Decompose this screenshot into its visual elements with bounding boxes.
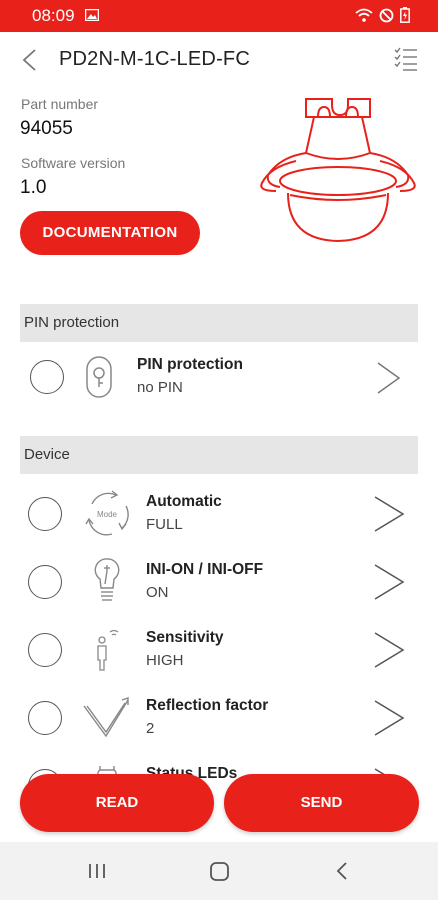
battery-icon (400, 7, 410, 23)
list-item-ini-on-off[interactable]: INI-ON / INI-OFF ON (20, 548, 418, 616)
documentation-button[interactable]: DOCUMENTATION (20, 211, 200, 255)
read-button[interactable]: READ (20, 774, 214, 832)
back-nav-icon[interactable] (333, 861, 351, 881)
lock-icon (86, 356, 112, 398)
mode-cycle-icon: Mode (85, 490, 129, 536)
status-time: 08:09 (32, 6, 75, 25)
list-item-sensitivity[interactable]: Sensitivity HIGH (20, 616, 418, 684)
list-item-reflection-factor[interactable]: Reflection factor 2 (20, 684, 418, 752)
row-value: HIGH (146, 652, 184, 669)
radio-pin-protection[interactable] (30, 360, 64, 394)
device-illustration (260, 98, 416, 243)
section-header-pin: PIN protection (20, 304, 418, 342)
chevron-right-icon[interactable] (372, 495, 406, 533)
row-title: Reflection factor (146, 697, 269, 714)
row-value: FULL (146, 516, 183, 533)
row-value: 2 (146, 720, 155, 737)
part-number-value: 94055 (20, 118, 73, 139)
row-value: ON (146, 584, 169, 601)
reflection-icon (83, 697, 129, 738)
recent-apps-icon[interactable] (87, 861, 107, 881)
software-version-label: Software version (21, 155, 126, 171)
chevron-right-icon[interactable] (375, 361, 403, 395)
software-version-value: 1.0 (20, 177, 47, 198)
row-title: INI-ON / INI-OFF (146, 561, 264, 578)
toolbar: PD2N-M-1C-LED-FC (0, 32, 438, 88)
home-icon[interactable] (209, 861, 230, 882)
checklist-icon[interactable] (394, 46, 418, 72)
row-title: Sensitivity (146, 629, 224, 646)
chevron-right-icon[interactable] (372, 563, 406, 601)
row-value: no PIN (137, 379, 183, 396)
part-number-label: Part number (21, 96, 99, 112)
radio-ini-on-off[interactable] (28, 565, 62, 599)
wifi-icon (355, 8, 373, 22)
back-arrow-icon[interactable] (16, 46, 44, 74)
list-item-automatic[interactable]: Mode Automatic FULL (20, 480, 418, 548)
row-title: Automatic (146, 493, 222, 510)
send-button[interactable]: SEND (224, 774, 419, 832)
radio-reflection-factor[interactable] (28, 701, 62, 735)
radio-automatic[interactable] (28, 497, 62, 531)
image-notification-icon (85, 9, 99, 21)
do-not-disturb-icon (379, 8, 394, 22)
page-title: PD2N-M-1C-LED-FC (59, 48, 250, 70)
bulb-icon (94, 558, 120, 601)
chevron-right-icon[interactable] (372, 631, 406, 669)
status-bar: 08:09 (0, 0, 438, 32)
system-nav-bar (0, 842, 438, 900)
chevron-right-icon[interactable] (372, 699, 406, 737)
row-title: PIN protection (137, 356, 243, 373)
person-signal-icon (97, 629, 119, 671)
list-item-pin-protection[interactable]: PIN protection no PIN (20, 344, 418, 412)
svg-text:Mode: Mode (97, 510, 118, 519)
section-header-device: Device (20, 436, 418, 474)
radio-sensitivity[interactable] (28, 633, 62, 667)
